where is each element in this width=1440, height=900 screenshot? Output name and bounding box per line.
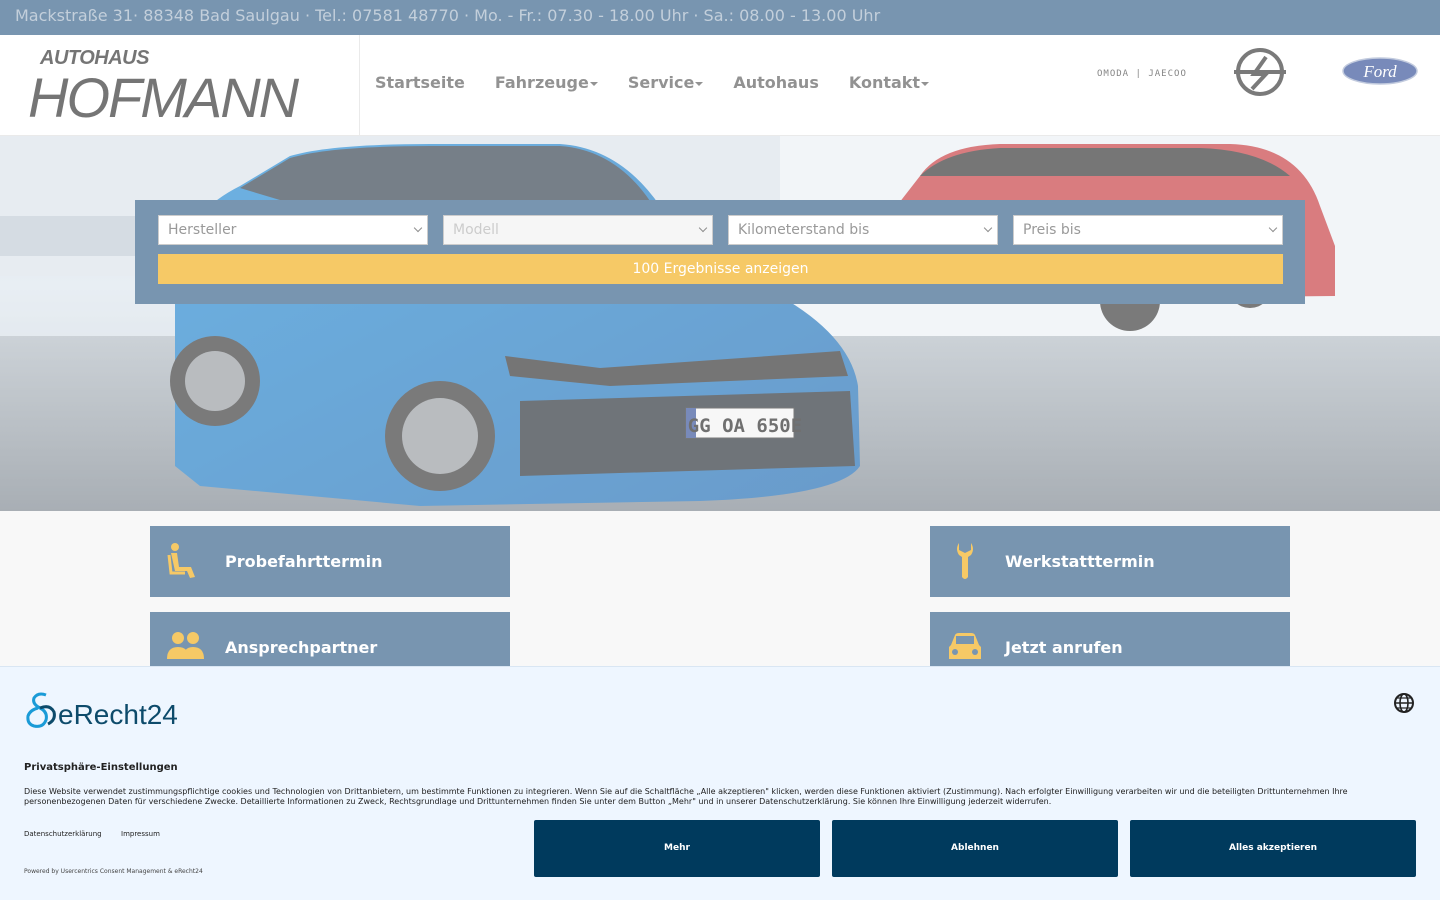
consent-title: Privatsphäre-Einstellungen (24, 762, 178, 773)
consent-description: Diese Website verwendet zustimmungspflic… (24, 787, 1348, 806)
more-button[interactable]: Mehr (534, 820, 820, 877)
erecht24-logo-text: eRecht24 (58, 699, 178, 730)
language-globe-icon[interactable] (1393, 692, 1415, 714)
accept-all-button[interactable]: Alles akzeptieren (1130, 820, 1416, 877)
privacy-policy-link[interactable]: Datenschutzerklärung (24, 830, 102, 838)
cookie-consent-banner: eRecht24 Privatsphäre-Einstellungen Dies… (0, 666, 1440, 900)
decline-button[interactable]: Ablehnen (832, 820, 1118, 877)
imprint-link[interactable]: Impressum (121, 830, 160, 838)
erecht24-logo-mark (26, 692, 56, 728)
powered-by-text: Powered by Usercentrics Consent Manageme… (24, 868, 203, 875)
